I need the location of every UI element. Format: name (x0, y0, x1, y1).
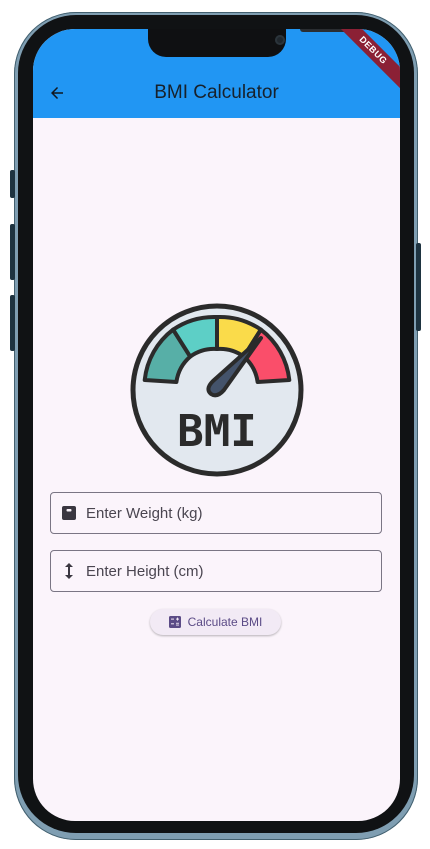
height-field[interactable]: Enter Height (cm) (50, 550, 382, 592)
height-placeholder: Enter Height (cm) (86, 562, 204, 580)
camera-notch (148, 29, 360, 57)
bmi-gauge-logo: BMI (130, 303, 304, 477)
calculate-bmi-button[interactable]: Calculate BMI (150, 609, 281, 635)
weight-placeholder: Enter Weight (kg) (86, 504, 203, 522)
phone-power-button (416, 243, 421, 331)
page-title: BMI Calculator (154, 82, 279, 103)
weight-field[interactable]: Enter Weight (kg) (50, 492, 382, 534)
front-camera (275, 35, 285, 45)
height-arrows-icon (59, 561, 79, 581)
scale-icon (59, 503, 79, 523)
phone-volume-down-button (10, 295, 15, 351)
phone-side-button (10, 170, 15, 198)
bmi-logo-text: BMI (177, 406, 256, 457)
calculate-bmi-label: Calculate BMI (187, 615, 263, 629)
calculate-icon (168, 616, 181, 628)
app-screen: BMI Calculator DEBUG BMI Enter Weight (k… (33, 29, 400, 821)
phone-volume-up-button (10, 224, 15, 280)
